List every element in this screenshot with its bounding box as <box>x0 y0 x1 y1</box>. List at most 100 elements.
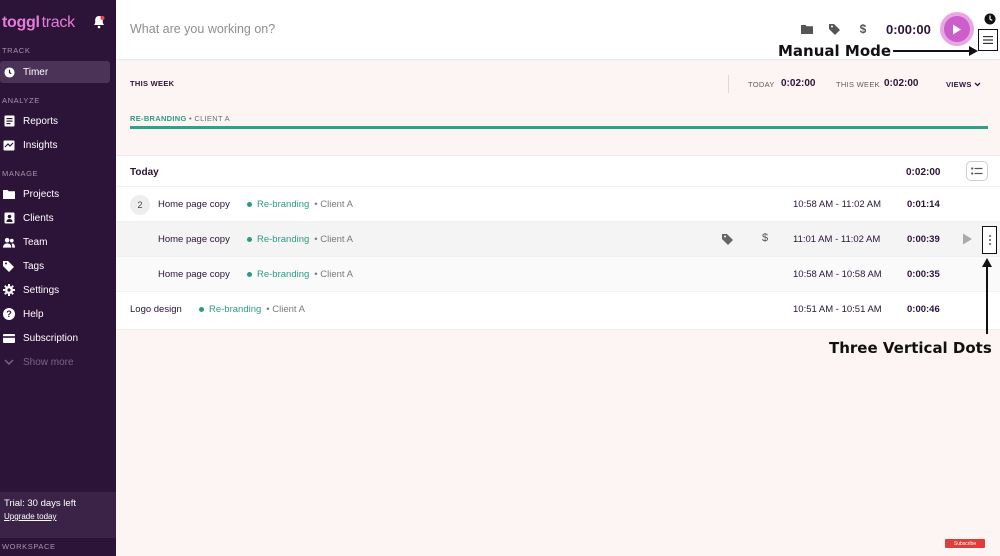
sidebar-item-label: Timer <box>23 66 49 78</box>
chevron-down-icon <box>3 356 15 368</box>
client-label: • Client A <box>314 199 354 210</box>
description-input[interactable]: What are you working on? <box>130 22 275 36</box>
reports-icon <box>3 115 15 127</box>
sidebar-item-show-more[interactable]: Show more <box>0 351 110 373</box>
chevron-down-icon <box>974 82 981 87</box>
group-count-badge[interactable]: 2 <box>130 195 150 215</box>
billable-dollar-icon[interactable]: $ <box>856 22 870 36</box>
main-content: THIS WEEK TODAY 0:02:00 THIS WEEK 0:02:0… <box>116 61 1000 556</box>
project-progress-bar <box>130 126 988 129</box>
notification-bell-icon[interactable] <box>93 15 105 29</box>
sidebar-item-label: Clients <box>23 212 54 224</box>
start-timer-button[interactable] <box>940 12 974 46</box>
subscribe-badge[interactable]: Subscribe <box>945 539 985 548</box>
play-icon <box>944 16 970 42</box>
sidebar-item-settings[interactable]: Settings <box>0 279 110 301</box>
sidebar-item-reports[interactable]: Reports <box>0 110 110 132</box>
sidebar-item-subscription[interactable]: Subscription <box>0 327 110 349</box>
entry-duration[interactable]: 0:00:39 <box>907 234 940 245</box>
svg-text:?: ? <box>6 309 12 319</box>
annotation-arrowhead <box>982 258 992 267</box>
project-dot <box>247 237 252 242</box>
client-label: • Client A <box>314 269 354 280</box>
entry-project[interactable]: Re-branding • Client A <box>199 304 305 315</box>
week-value: 0:02:00 <box>884 78 919 89</box>
entry-duration[interactable]: 0:00:35 <box>907 269 940 280</box>
sidebar-item-label: Team <box>23 236 48 248</box>
gear-icon <box>3 284 15 296</box>
logo-main: toggl <box>2 14 40 31</box>
entry-time-range[interactable]: 10:51 AM - 10:51 AM <box>793 304 882 315</box>
project-label: Re-branding <box>257 199 310 210</box>
sidebar-item-timer[interactable]: Timer <box>0 61 110 83</box>
annotation-arrow <box>893 50 970 52</box>
manual-mode-annotation: Manual Mode <box>778 42 892 60</box>
logo-sub: track <box>41 14 75 31</box>
sidebar-item-clients[interactable]: Clients <box>0 207 110 229</box>
manual-mode-button[interactable] <box>978 29 998 51</box>
day-title: Today <box>130 167 159 178</box>
sidebar-item-label: Help <box>23 308 44 320</box>
entry-description[interactable]: Home page copy <box>158 269 230 280</box>
divider <box>728 75 729 93</box>
folder-icon <box>3 188 15 200</box>
upgrade-link[interactable]: Upgrade today <box>4 512 112 521</box>
sidebar-item-label: Show more <box>23 356 74 368</box>
sidebar-item-label: Subscription <box>23 332 79 344</box>
this-week-heading: THIS WEEK <box>130 79 175 88</box>
timer-display: 0:00:00 <box>886 22 931 37</box>
time-entry-row[interactable]: Home page copy Re-branding • Client A $ 1… <box>116 221 1000 256</box>
entry-time-range[interactable]: 11:01 AM - 11:02 AM <box>793 234 880 245</box>
sidebar-item-label: Insights <box>23 139 58 151</box>
time-entry-row[interactable]: Home page copy Re-branding • Client A 10:… <box>116 256 1000 291</box>
tag-icon[interactable] <box>722 233 734 245</box>
section-workspace: WORKSPACE <box>2 542 56 551</box>
project-name: RE-BRANDING <box>130 114 187 123</box>
sidebar-item-projects[interactable]: Projects <box>0 183 110 205</box>
tag-icon <box>3 260 15 272</box>
entry-time-range[interactable]: 10:58 AM - 11:02 AM <box>793 199 881 210</box>
continue-entry-play-icon[interactable] <box>962 233 974 245</box>
card-icon <box>3 332 15 344</box>
annotation-arrow <box>986 266 988 334</box>
group-toggle-button[interactable] <box>966 161 988 181</box>
team-icon <box>3 236 15 248</box>
sidebar-item-label: Reports <box>23 115 59 127</box>
views-dropdown[interactable]: VIEWS <box>946 80 981 89</box>
entry-time-range[interactable]: 10:58 AM - 10:58 AM <box>793 269 882 280</box>
time-entry-group-row[interactable]: 2 Home page copy Re-branding • Client A 1… <box>116 186 1000 221</box>
clients-icon <box>3 212 15 224</box>
toggl-track-logo[interactable]: toggl track <box>2 12 75 34</box>
project-label: Re-branding <box>257 234 310 245</box>
help-icon: ? <box>3 308 15 320</box>
entry-duration[interactable]: 0:00:46 <box>907 304 940 315</box>
entry-project[interactable]: Re-branding • Client A <box>247 269 353 280</box>
time-entry-row[interactable]: Logo design Re-branding • Client A 10:51 … <box>116 291 1000 326</box>
list-bullet-icon <box>971 166 983 175</box>
sidebar-item-tags[interactable]: Tags <box>0 255 110 277</box>
entry-duration[interactable]: 0:01:14 <box>907 199 940 210</box>
folder-icon[interactable] <box>800 22 814 36</box>
entry-project[interactable]: Re-branding • Client A <box>247 234 353 245</box>
sidebar-item-label: Projects <box>23 188 60 200</box>
time-entries-list: Today 0:02:00 2 Home page copy Re-brandi… <box>116 155 1000 330</box>
annotation-arrowhead <box>969 46 978 56</box>
section-manage: MANAGE <box>2 169 39 178</box>
billable-dollar-icon[interactable]: $ <box>762 232 768 244</box>
sidebar-item-help[interactable]: ? Help <box>0 303 110 325</box>
entry-description[interactable]: Home page copy <box>158 234 230 245</box>
client-name: CLIENT A <box>194 114 230 123</box>
entry-description[interactable]: Logo design <box>130 304 182 315</box>
timer-mode-clock-icon[interactable] <box>984 12 996 25</box>
project-label: Re-branding <box>257 269 310 280</box>
entry-project[interactable]: Re-branding • Client A <box>247 199 353 210</box>
entry-description[interactable]: Home page copy <box>158 199 230 210</box>
insights-icon <box>3 139 15 151</box>
tag-icon[interactable] <box>828 22 842 36</box>
sidebar-item-insights[interactable]: Insights <box>0 134 110 156</box>
section-analyze: ANALYZE <box>2 96 40 105</box>
sidebar-item-team[interactable]: Team <box>0 231 110 253</box>
more-actions-vertical-dots-icon[interactable] <box>982 226 997 254</box>
project-dot <box>247 202 252 207</box>
sidebar-item-label: Tags <box>23 260 45 272</box>
